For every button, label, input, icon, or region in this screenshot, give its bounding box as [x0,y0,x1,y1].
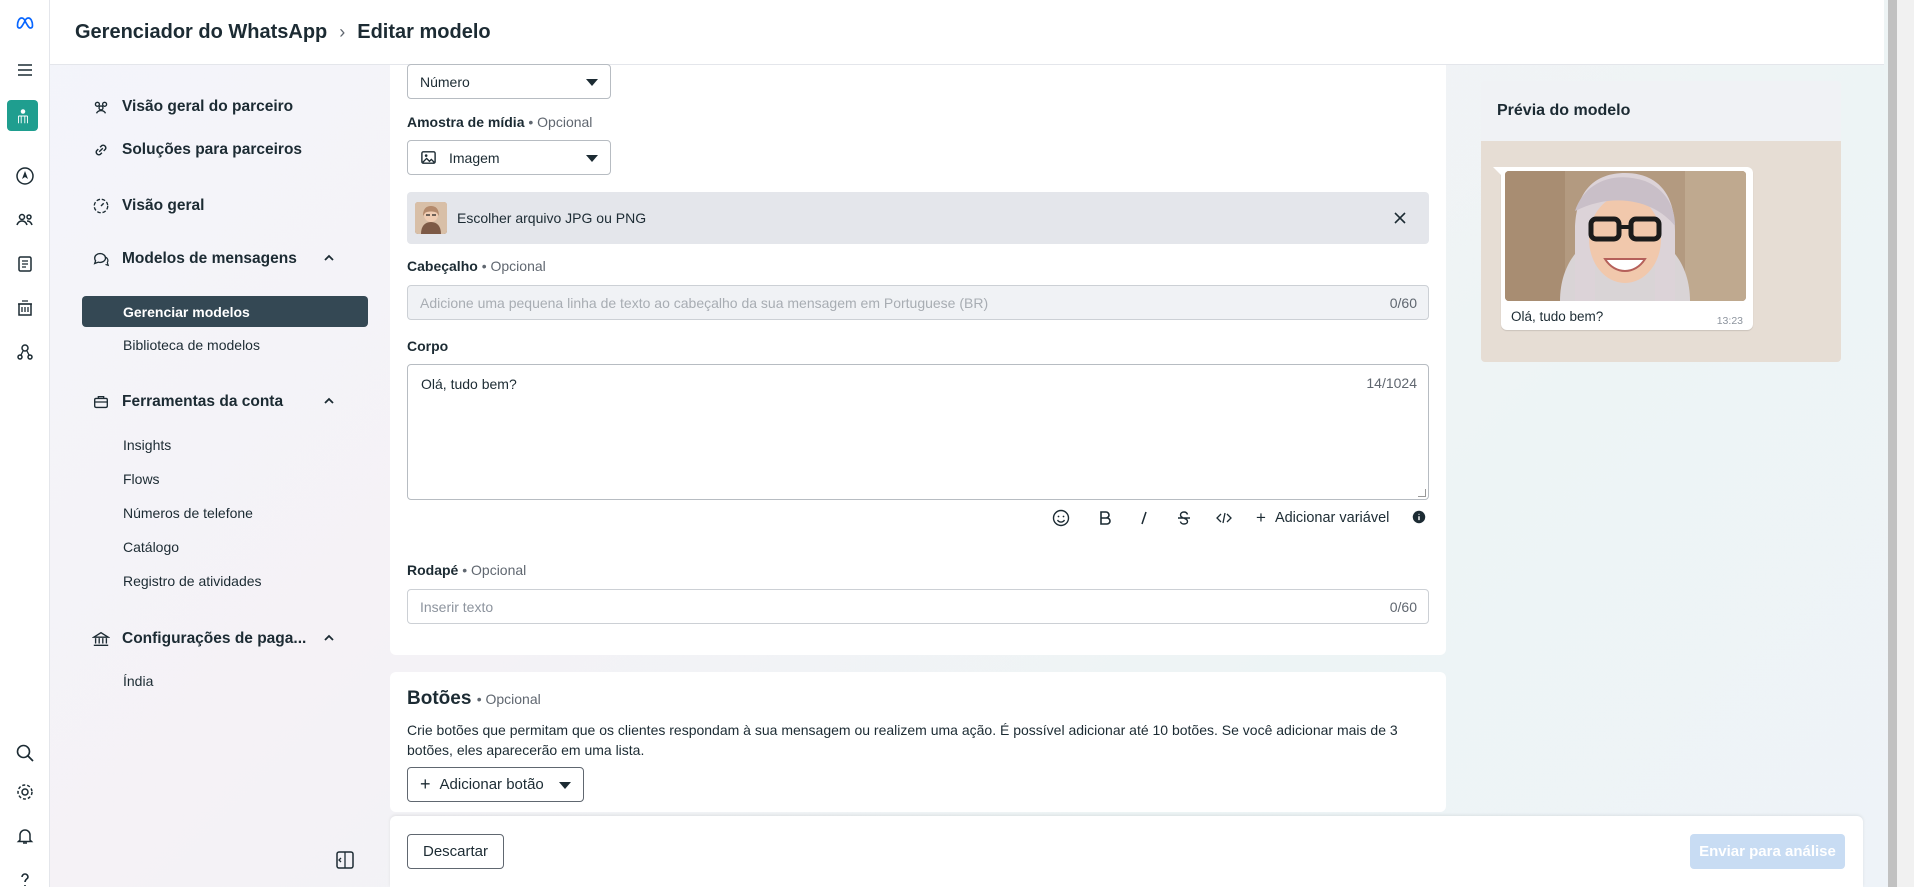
file-upload-text: Escolher arquivo JPG ou PNG [457,210,647,226]
caret-down-icon [586,155,598,162]
bold-icon[interactable] [1094,507,1116,529]
sidebar-item-india[interactable]: Índia [82,666,368,696]
partners-icon [94,101,108,114]
sidebar-item-insights[interactable]: Insights [82,430,368,460]
strikethrough-icon[interactable] [1173,507,1195,529]
buttons-section-title: Botões • Opcional [407,688,541,709]
preview-chat-background: Olá, tudo bem? 13:23 [1481,141,1841,362]
bell-icon[interactable] [10,821,40,851]
sidebar-item-activity-log[interactable]: Registro de atividades [82,566,368,596]
top-header: Gerenciador do WhatsApp › Editar modelo [50,0,1884,65]
info-icon[interactable] [1408,506,1430,528]
submit-for-review-button[interactable]: Enviar para análise [1690,834,1845,869]
people-icon[interactable] [10,205,40,235]
add-variable-button[interactable]: + Adicionar variável [1256,508,1389,528]
chevron-up-icon[interactable] [322,631,336,645]
footer-char-counter: 0/60 [1389,599,1417,615]
code-icon[interactable] [1213,507,1235,529]
network-icon[interactable] [10,337,40,367]
sidebar-item-flows[interactable]: Flows [82,464,368,494]
footer-label: Rodapé • Opcional [407,562,527,578]
sidebar-item-partner-overview[interactable]: Visão geral do parceiro [82,92,368,122]
action-bar [390,816,1863,887]
caret-down-icon [586,79,598,86]
header-text-input[interactable]: Adicione uma pequena linha de texto ao c… [407,285,1429,320]
help-icon[interactable] [10,865,40,887]
file-upload-bar[interactable]: Escolher arquivo JPG ou PNG [407,192,1429,244]
global-rail [0,0,50,887]
briefcase-icon [94,395,108,409]
preview-title: Prévia do modelo [1481,81,1841,141]
body-label: Corpo [407,338,449,354]
media-type-select[interactable]: Imagem [407,140,611,175]
italic-icon[interactable] [1133,507,1155,529]
preview-image [1505,171,1746,301]
breadcrumb-app[interactable]: Gerenciador do WhatsApp [75,21,327,44]
footer-text-input[interactable]: Inserir texto 0/60 [407,589,1429,624]
body-char-counter: 14/1024 [1366,375,1417,391]
building-icon[interactable] [10,293,40,323]
collapse-sidebar-icon[interactable] [334,849,356,871]
sidebar-item-overview[interactable]: Visão geral [82,191,368,221]
media-sample-label: Amostra de mídia • Opcional [407,114,593,130]
scrollbar-thumb[interactable] [1888,0,1897,887]
buttons-section-description: Crie botões que permitam que os clientes… [407,722,1398,758]
body-textarea[interactable]: Olá, tudo bem? 14/1024 [407,364,1429,500]
close-icon[interactable] [1391,209,1409,227]
breadcrumb-separator-icon: › [339,21,346,42]
link-icon [95,144,107,156]
compass-icon[interactable] [10,161,40,191]
gauge-icon [93,198,109,214]
header-char-counter: 0/60 [1389,295,1417,311]
bank-icon [92,631,110,646]
chat-bubbles-icon [93,252,110,267]
page-title: Editar modelo [357,20,491,43]
document-icon[interactable] [10,249,40,279]
sidebar-item-message-templates[interactable]: Modelos de mensagens [82,244,368,274]
add-button-dropdown[interactable]: + Adicionar botão [407,767,584,802]
caret-down-icon [559,782,571,789]
variable-type-select[interactable]: Número [407,64,611,99]
resize-handle-icon[interactable] [1418,489,1426,497]
message-bubble: Olá, tudo bem? 13:23 [1493,167,1753,330]
sidebar-item-manage-templates[interactable]: Gerenciar modelos [82,296,368,327]
preview-message-time: 13:23 [1716,315,1743,327]
template-preview: Prévia do modelo Olá, tudo bem? 13:23 [1481,81,1841,362]
sidebar-item-phone-numbers[interactable]: Números de telefone [82,498,368,528]
chevron-up-icon[interactable] [322,251,336,265]
business-avatar[interactable] [7,100,38,131]
sidebar-item-partner-solutions[interactable]: Soluções para parceiros [82,135,368,165]
sidebar-item-account-tools[interactable]: Ferramentas da conta [82,387,368,417]
uploaded-image-thumbnail [415,202,447,234]
meta-logo-icon[interactable] [10,8,40,38]
sidebar-item-catalog[interactable]: Catálogo [82,532,368,562]
gear-icon[interactable] [10,777,40,807]
menu-icon[interactable] [10,55,40,85]
sidebar-item-template-library[interactable]: Biblioteca de modelos [82,330,368,360]
plus-icon: + [1256,508,1266,527]
emoji-icon[interactable] [1050,507,1072,529]
chevron-up-icon[interactable] [322,394,336,408]
discard-button[interactable]: Descartar [407,834,504,869]
image-icon [421,151,436,164]
search-icon[interactable] [10,738,40,768]
preview-message-text: Olá, tudo bem? [1511,309,1604,324]
header-label: Cabeçalho • Opcional [407,258,546,274]
plus-icon: + [420,774,431,794]
sidebar-item-payment-settings[interactable]: Configurações de paga... [82,624,368,654]
